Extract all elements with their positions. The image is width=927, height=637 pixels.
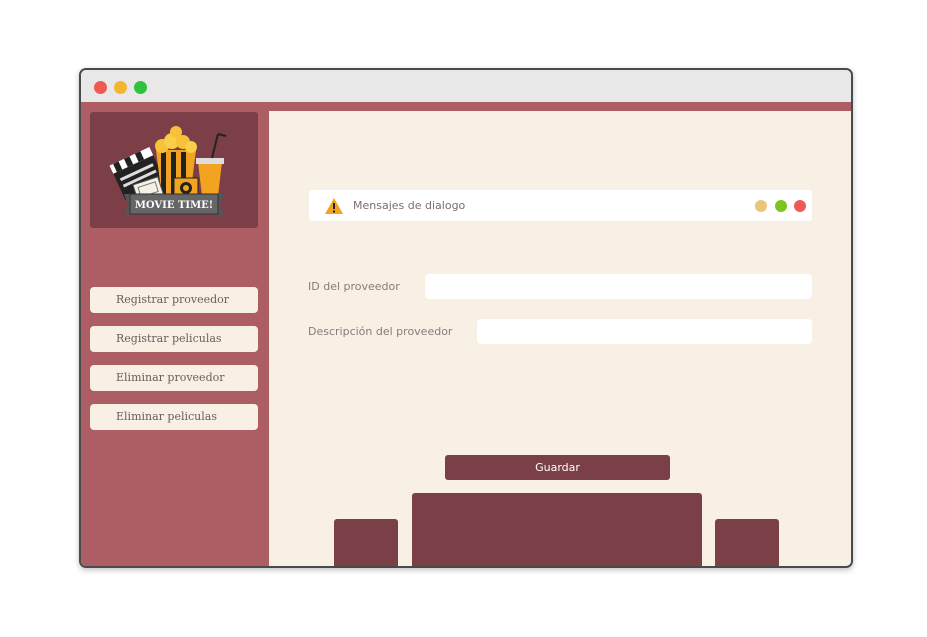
guardar-button[interactable]: Guardar xyxy=(445,455,670,480)
movie-time-logo: MOVIE TIME! xyxy=(90,112,258,228)
footer-block-left xyxy=(334,519,398,566)
logo-text: MOVIE TIME! xyxy=(135,200,213,211)
dialog-green-dot[interactable] xyxy=(775,200,787,212)
top-accent-band xyxy=(81,102,851,111)
title-bar xyxy=(81,70,851,102)
dialog-yellow-dot[interactable] xyxy=(755,200,767,212)
id-proveedor-input[interactable] xyxy=(425,274,812,299)
nav-registrar-proveedor[interactable]: Registrar proveedor xyxy=(90,287,258,313)
nav-registrar-peliculas[interactable]: Registrar peliculas xyxy=(90,326,258,352)
movie-time-logo-icon: MOVIE TIME! xyxy=(109,126,227,216)
footer-block-right xyxy=(715,519,779,566)
nav-eliminar-peliculas[interactable]: Eliminar peliculas xyxy=(90,404,258,430)
warning-icon xyxy=(325,198,343,214)
descripcion-proveedor-label: Descripción del proveedor xyxy=(308,325,453,338)
dialog-message-text: Mensajes de dialogo xyxy=(353,199,466,212)
main-panel: Mensajes de dialogo ID del proveedor Des… xyxy=(269,111,851,566)
nav-eliminar-proveedor[interactable]: Eliminar proveedor xyxy=(90,365,258,391)
id-proveedor-label: ID del proveedor xyxy=(308,280,400,293)
maximize-window-button[interactable] xyxy=(134,81,147,94)
dialog-message-bar: Mensajes de dialogo xyxy=(309,190,812,221)
minimize-window-button[interactable] xyxy=(114,81,127,94)
footer-block-center xyxy=(412,493,702,566)
sidebar: MOVIE TIME! Registrar proveedor Registra… xyxy=(81,111,269,566)
descripcion-proveedor-input[interactable] xyxy=(477,319,812,344)
close-window-button[interactable] xyxy=(94,81,107,94)
dialog-red-dot[interactable] xyxy=(794,200,806,212)
app-window: MOVIE TIME! Registrar proveedor Registra… xyxy=(79,68,853,568)
